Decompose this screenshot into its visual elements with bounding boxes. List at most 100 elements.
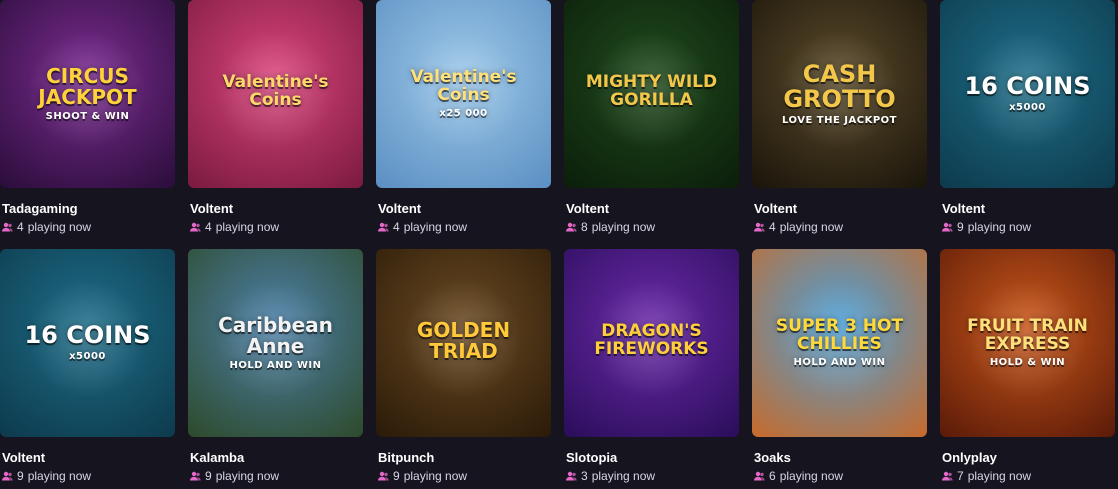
users-icon [942,222,953,232]
players-number: 4 [17,220,24,234]
game-provider: Kalamba [190,450,245,465]
game-title: MIGHTY WILD GORILLA [564,72,739,114]
users-icon [2,222,13,232]
players-label: playing now [403,469,468,483]
game-provider: Bitpunch [378,450,435,465]
players-number: 9 [17,469,24,483]
users-icon [566,471,577,481]
players-count: 9 playing now [2,469,175,483]
game-card[interactable]: FRUIT TRAIN EXPRESS HOLD & WIN Onlyplay 7 pl… [940,249,1115,485]
game-title-text: DRAGON'S FIREWORKS [594,321,709,359]
game-card[interactable]: SUPER 3 HOT CHILLIES HOLD AND WIN 3oaks 6 pl… [752,249,927,485]
game-thumbnail[interactable]: 16 COINS x5000 [940,0,1115,188]
game-card[interactable]: Caribbean Anne HOLD AND WIN Kalamba 9 playin… [188,249,363,485]
game-title-text: CIRCUS JACKPOT [38,63,137,109]
players-label: playing now [403,220,468,234]
users-icon [190,471,201,481]
game-title-text: FRUIT TRAIN EXPRESS [967,315,1088,354]
game-title-text: Valentine's Coins [222,72,329,110]
game-card[interactable]: CIRCUS JACKPOT SHOOT & WIN Tadagaming 4 play… [0,0,175,236]
game-title-text: 16 COINS [964,72,1091,101]
game-thumbnail[interactable]: Valentine's Coins x25 000 [376,0,551,188]
players-number: 3 [581,469,588,483]
players-count: 3 playing now [566,469,739,483]
game-provider: Voltent [2,450,46,465]
players-count: 9 playing now [378,469,551,483]
users-icon [190,222,201,232]
players-count: 4 playing now [754,220,927,234]
game-card[interactable]: 16 COINS x5000 Voltent 9 playing now [940,0,1115,236]
game-provider: Slotopia [566,450,618,465]
game-card[interactable]: 16 COINS x5000 Voltent 9 playing now [0,249,175,485]
game-provider: Voltent [754,201,798,216]
game-provider: 3oaks [754,450,791,465]
players-label: playing now [779,220,844,234]
players-count: 8 playing now [566,220,739,234]
game-thumbnail[interactable]: Valentine's Coins [188,0,363,188]
game-provider: Voltent [378,201,422,216]
game-provider: Onlyplay [942,450,997,465]
game-card[interactable]: MIGHTY WILD GORILLA Voltent 8 playing now [564,0,739,236]
game-title: Caribbean Anne HOLD AND WIN [188,312,363,372]
game-title: GOLDEN TRIAD [376,320,551,366]
users-icon [2,471,13,481]
game-subtitle: HOLD AND WIN [793,356,886,368]
players-label: playing now [591,220,656,234]
game-title-text: MIGHTY WILD GORILLA [585,72,718,110]
game-subtitle: SHOOT & WIN [45,110,130,122]
game-title-text: Valentine's Coins [410,66,517,105]
game-provider: Voltent [942,201,986,216]
game-thumbnail[interactable]: CASH GROTTO LOVE THE JACKPOT [752,0,927,188]
game-card[interactable]: Valentine's Coins Voltent 4 playing now [188,0,363,236]
players-number: 8 [581,220,588,234]
game-title-text: 16 COINS [24,321,151,350]
game-subtitle: HOLD & WIN [989,356,1066,368]
game-thumbnail[interactable]: 16 COINS x5000 [0,249,175,437]
players-number: 6 [769,469,776,483]
game-card[interactable]: GOLDEN TRIAD Bitpunch 9 playing now [376,249,551,485]
game-title: 16 COINS x5000 [956,74,1098,114]
users-icon [566,222,577,232]
players-count: 6 playing now [754,469,927,483]
game-thumbnail[interactable]: FRUIT TRAIN EXPRESS HOLD & WIN [940,249,1115,437]
game-title: CIRCUS JACKPOT SHOOT & WIN [0,63,175,123]
users-icon [378,471,389,481]
game-card[interactable]: CASH GROTTO LOVE THE JACKPOT Voltent 4 playi… [752,0,927,236]
game-provider: Voltent [566,201,610,216]
players-label: playing now [591,469,656,483]
players-count: 7 playing now [942,469,1115,483]
players-count: 9 playing now [190,469,363,483]
game-title: Valentine's Coins [188,72,363,114]
game-title: SUPER 3 HOT CHILLIES HOLD AND WIN [752,315,927,368]
users-icon [378,222,389,232]
game-thumbnail[interactable]: MIGHTY WILD GORILLA [564,0,739,188]
players-label: playing now [967,469,1032,483]
game-card[interactable]: Valentine's Coins x25 000 Voltent 4 playing … [376,0,551,236]
game-title: Valentine's Coins x25 000 [376,66,551,119]
players-number: 7 [957,469,964,483]
game-thumbnail[interactable]: Caribbean Anne HOLD AND WIN [188,249,363,437]
game-thumbnail[interactable]: CIRCUS JACKPOT SHOOT & WIN [0,0,175,188]
players-number: 4 [769,220,776,234]
players-label: playing now [779,469,844,483]
game-subtitle: LOVE THE JACKPOT [781,114,897,126]
players-label: playing now [967,220,1032,234]
game-thumbnail[interactable]: GOLDEN TRIAD [376,249,551,437]
users-icon [942,471,953,481]
players-count: 4 playing now [190,220,363,234]
users-icon [754,471,765,481]
game-subtitle: HOLD AND WIN [229,359,322,371]
game-title-text: SUPER 3 HOT CHILLIES [775,315,904,354]
game-provider: Voltent [190,201,234,216]
players-label: playing now [27,469,92,483]
game-grid: CIRCUS JACKPOT SHOOT & WIN Tadagaming 4 play… [0,0,1115,485]
players-label: playing now [215,469,280,483]
game-thumbnail[interactable]: SUPER 3 HOT CHILLIES HOLD AND WIN [752,249,927,437]
game-title-text: GOLDEN TRIAD [416,318,511,363]
users-icon [754,222,765,232]
game-card[interactable]: DRAGON'S FIREWORKS Slotopia 3 playing now [564,249,739,485]
players-number: 9 [393,469,400,483]
game-thumbnail[interactable]: DRAGON'S FIREWORKS [564,249,739,437]
game-title: FRUIT TRAIN EXPRESS HOLD & WIN [940,315,1115,368]
game-title-text: Caribbean Anne [218,312,333,358]
